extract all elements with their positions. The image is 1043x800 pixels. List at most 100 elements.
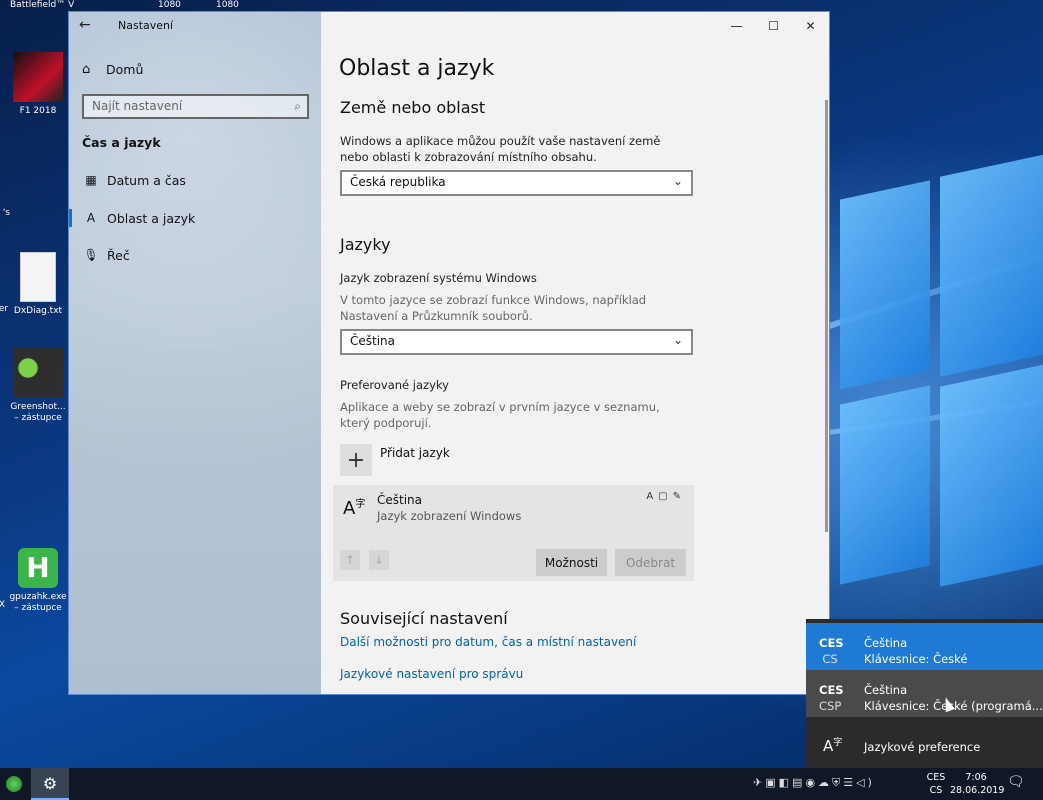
- search-icon[interactable]: ⌕: [294, 99, 301, 114]
- desktop-edge-label: 's: [2, 208, 10, 218]
- language-icon: A字: [343, 498, 366, 519]
- options-button[interactable]: Možnosti: [536, 549, 607, 576]
- calendar-icon: ▦: [85, 173, 97, 187]
- preferred-languages-description: Aplikace a weby se zobrazí v prvním jazy…: [340, 400, 660, 430]
- display-language-selected-value: Čeština: [350, 334, 396, 348]
- desktop-label[interactable]: 1080: [158, 0, 181, 10]
- taskbar-lang-sub: CS: [929, 785, 943, 796]
- language-card-cestina[interactable]: A字 Čeština Jazyk zobrazení Windows A▢✎ ↑…: [333, 485, 694, 581]
- flyout-item-ces-csp[interactable]: CES CSP Čeština Klávesnice: České (progr…: [806, 670, 1043, 717]
- related-settings-heading: Související nastavení: [340, 609, 508, 628]
- window-title: Nastavení: [118, 19, 174, 32]
- language-feature-icons: A▢✎: [646, 491, 686, 502]
- input-language-name: Čeština: [864, 636, 908, 650]
- move-down-button[interactable]: ↓: [369, 550, 389, 570]
- close-button[interactable]: ✕: [792, 12, 829, 40]
- system-tray-icons[interactable]: ✈▣◧▤◉☁⛨☰◁): [753, 776, 875, 790]
- country-heading: Země nebo oblast: [340, 98, 486, 117]
- sidebar-item-datum-a-cas[interactable]: ▦ Datum a čas: [69, 165, 321, 195]
- home-nav-item[interactable]: ⌂ Domů: [82, 59, 143, 79]
- greenshot-icon: [13, 348, 63, 398]
- display-language-dropdown[interactable]: Čeština ⌄: [340, 329, 693, 355]
- clock-date: 28.06.2019: [950, 785, 1005, 796]
- back-arrow-icon[interactable]: ←: [79, 17, 99, 37]
- sidebar-item-label: Datum a čas: [107, 172, 186, 188]
- more-date-time-region-link[interactable]: Další možnosti pro datum, čas a místní n…: [340, 635, 636, 649]
- gear-icon: ⚙: [42, 773, 58, 793]
- input-code: CES CSP: [819, 682, 844, 714]
- airplane-icon[interactable]: ✈: [753, 776, 765, 789]
- input-language-name: Čeština: [864, 683, 908, 697]
- language-icon: A: [86, 211, 96, 225]
- input-code: CES CS: [819, 635, 844, 667]
- app-tray-icon[interactable]: ◧: [779, 776, 792, 789]
- sidebar-section-title: Čas a jazyk: [82, 135, 161, 150]
- desktop-icon-gpuzahk[interactable]: H gpuzahk.exe – zástupce: [6, 548, 70, 614]
- windows-logo-wallpaper: [830, 153, 1043, 600]
- desktop-top-icons-strip: Battlefield™ V 1080 1080: [0, 0, 1043, 12]
- start-button[interactable]: [0, 768, 28, 800]
- desktop-label[interactable]: Battlefield™ V: [10, 0, 74, 10]
- desktop-icon-label: gpuzahk.exe: [9, 592, 67, 602]
- flyout-item-ces-cs[interactable]: CES CS Čeština Klávesnice: České: [806, 623, 1043, 670]
- display-language-feature-icon: A: [646, 491, 659, 502]
- page-title: Oblast a jazyk: [339, 56, 495, 81]
- input-description: Čeština Klávesnice: České: [864, 635, 968, 667]
- input-sub-code: CSP: [819, 699, 842, 713]
- input-sub-code: CS: [822, 652, 838, 666]
- chevron-down-icon: ⌄: [672, 333, 683, 347]
- speech-feature-icon: ▢: [658, 491, 673, 502]
- taskbar-settings-app[interactable]: ⚙: [31, 768, 69, 800]
- desktop-icon-dxdiag[interactable]: DxDiag.txt: [6, 252, 70, 317]
- desktop-icon-label: F1 2018: [19, 106, 57, 116]
- app-tray-icon[interactable]: ▣: [765, 776, 778, 789]
- desktop-label[interactable]: 1080: [216, 0, 239, 10]
- taskbar-language-indicator[interactable]: CES CS: [925, 771, 947, 797]
- desktop-edge-label: X: [0, 600, 5, 610]
- volume-icon[interactable]: ◁): [856, 776, 875, 789]
- desktop-icon-greenshot[interactable]: Greenshot... – zástupce: [6, 348, 70, 424]
- minimize-button[interactable]: —: [718, 12, 755, 40]
- language-preferences-label: Jazykové preference: [864, 740, 981, 754]
- plus-icon: +: [340, 444, 372, 476]
- desktop-edge-label: er: [0, 304, 8, 314]
- maximize-button[interactable]: ☐: [755, 12, 792, 40]
- settings-content: — ☐ ✕ Oblast a jazyk Země nebo oblast Wi…: [321, 12, 829, 694]
- country-dropdown[interactable]: Česká republika ⌄: [340, 170, 693, 196]
- taskbar: ⚙ ✈▣◧▤◉☁⛨☰◁) CES CS 7:06 28.06.2019 🗨: [0, 768, 1043, 800]
- taskbar-lang-code: CES: [926, 772, 946, 783]
- remove-button[interactable]: Odebrat: [615, 549, 686, 576]
- desktop-icon-label: DxDiag.txt: [13, 306, 63, 316]
- add-language-button[interactable]: + Přidat jazyk: [340, 444, 450, 476]
- sidebar-item-label: Oblast a jazyk: [107, 210, 196, 226]
- language-preferences-link[interactable]: A字 Jazykové preference: [806, 723, 1043, 767]
- move-up-button[interactable]: ↑: [340, 550, 360, 570]
- desktop-icon-label: Greenshot...: [10, 402, 66, 412]
- search-settings-input[interactable]: Najít nastavení ⌕: [82, 94, 309, 119]
- network-icon[interactable]: ☰: [843, 776, 856, 789]
- app-tray-icon[interactable]: ▤: [792, 776, 805, 789]
- desktop-icon-sublabel: – zástupce: [14, 603, 62, 613]
- input-language-flyout: CES CS Čeština Klávesnice: České CES CSP…: [806, 619, 1043, 768]
- input-lang-code: CES: [819, 683, 844, 697]
- language-card-subtitle: Jazyk zobrazení Windows: [377, 509, 522, 523]
- admin-language-settings-link[interactable]: Jazykové nastavení pro správu: [340, 667, 523, 681]
- settings-window: ← Nastavení ⌂ Domů Najít nastavení ⌕ Čas…: [69, 12, 829, 694]
- sidebar-item-rec[interactable]: 🎙 Řeč: [69, 240, 321, 270]
- settings-sidebar: ← Nastavení ⌂ Domů Najít nastavení ⌕ Čas…: [69, 12, 321, 694]
- gpuzahk-icon: H: [18, 548, 58, 588]
- taskbar-clock[interactable]: 7:06 28.06.2019: [950, 771, 1005, 797]
- title-bar[interactable]: ← Nastavení: [69, 12, 321, 42]
- display-language-label: Jazyk zobrazení systému Windows: [340, 271, 537, 285]
- scrollbar[interactable]: [825, 100, 828, 532]
- home-icon: ⌂: [82, 61, 91, 77]
- steam-icon[interactable]: ◉: [805, 776, 818, 789]
- display-language-description: V tomto jazyce se zobrazí funkce Windows…: [340, 293, 647, 323]
- notification-center-icon[interactable]: 🗨: [1007, 774, 1025, 790]
- onedrive-icon[interactable]: ☁: [818, 776, 832, 789]
- sidebar-item-oblast-a-jazyk[interactable]: A Oblast a jazyk: [69, 203, 321, 233]
- desktop-icon-f1-2018[interactable]: F1 2018: [6, 52, 70, 117]
- defender-icon[interactable]: ⛨: [832, 776, 843, 789]
- country-description: Windows a aplikace můžou použít vaše nas…: [340, 134, 661, 164]
- input-lang-code: CES: [819, 636, 844, 650]
